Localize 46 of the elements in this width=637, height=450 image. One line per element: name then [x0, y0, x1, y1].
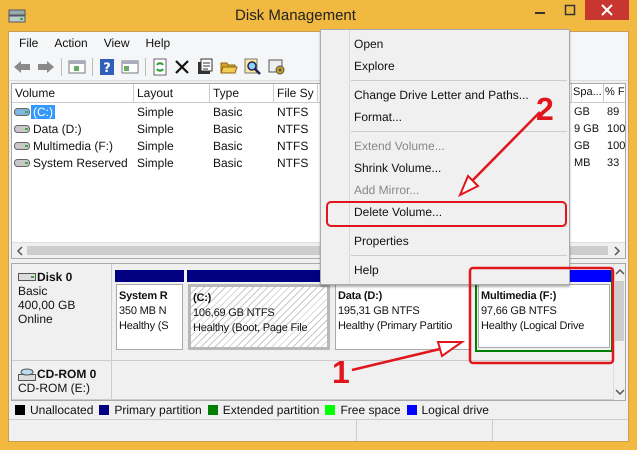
disk-info: Basic	[18, 284, 48, 298]
table-cell-text: 33	[606, 156, 620, 168]
table-cell-text: GB	[573, 106, 591, 118]
partition-status: Healthy (Logical Drive	[481, 319, 586, 334]
table-cell-text: NTFS	[276, 104, 310, 118]
table-cell-text: Basic	[212, 138, 244, 152]
legend-label: Free space	[340, 403, 400, 417]
disk-info: Online	[18, 312, 54, 326]
partition-name: Multimedia (F:)	[481, 289, 558, 304]
table-cell-text: Basic	[212, 104, 244, 118]
table-cell-text: NTFS	[276, 156, 310, 170]
disk-name: CD-ROM 0	[37, 367, 96, 381]
annotation-number: 2	[536, 93, 554, 125]
partition-status: Healthy (S	[119, 319, 170, 334]
disk-info: CD-ROM (E:)	[18, 381, 91, 395]
table-cell-text: Basic	[212, 156, 244, 170]
table-cell-text: Simple	[136, 122, 175, 136]
table-cell-text: 100	[606, 122, 625, 134]
table-cell-text: GB	[573, 140, 591, 152]
partition-size: 97,66 GB NTFS	[481, 304, 558, 319]
partition-name: (C:)	[193, 291, 212, 306]
table-cell-text: NTFS	[276, 138, 310, 152]
table-cell-text: Simple	[136, 156, 175, 170]
table-cell-text: NTFS	[276, 122, 310, 136]
table-cell-text: Simple	[136, 104, 175, 118]
partition-status: Healthy (Primary Partitio	[338, 319, 454, 334]
partition-size: 350 MB N	[119, 304, 168, 319]
table-cell-text: 89	[606, 106, 620, 118]
table-cell-text: 9 GB	[573, 122, 600, 134]
table-cell-text: Simple	[136, 138, 175, 152]
legend-label: Primary partition	[114, 403, 202, 417]
window-title: Disk Management	[234, 7, 357, 24]
legend-label: Extended partition	[222, 403, 320, 417]
annotation-number: 1	[332, 356, 350, 388]
partition-name: System R	[119, 289, 169, 304]
legend-label: Logical drive	[422, 403, 489, 417]
table-cell-text: MB	[573, 156, 592, 168]
partition-size: 195,31 GB NTFS	[338, 304, 421, 319]
legend-label: Unallocated	[30, 403, 94, 417]
table-cell-text: 100	[606, 140, 625, 152]
table-cell-text: Basic	[212, 122, 244, 136]
partition-status: Healthy (Boot, Page File	[193, 321, 308, 336]
disk-info: 400,00 GB	[18, 298, 76, 312]
disk-name: Disk 0	[37, 270, 72, 284]
partition-size: 106,69 GB NTFS	[193, 306, 276, 321]
partition-name: Data (D:)	[338, 289, 384, 304]
